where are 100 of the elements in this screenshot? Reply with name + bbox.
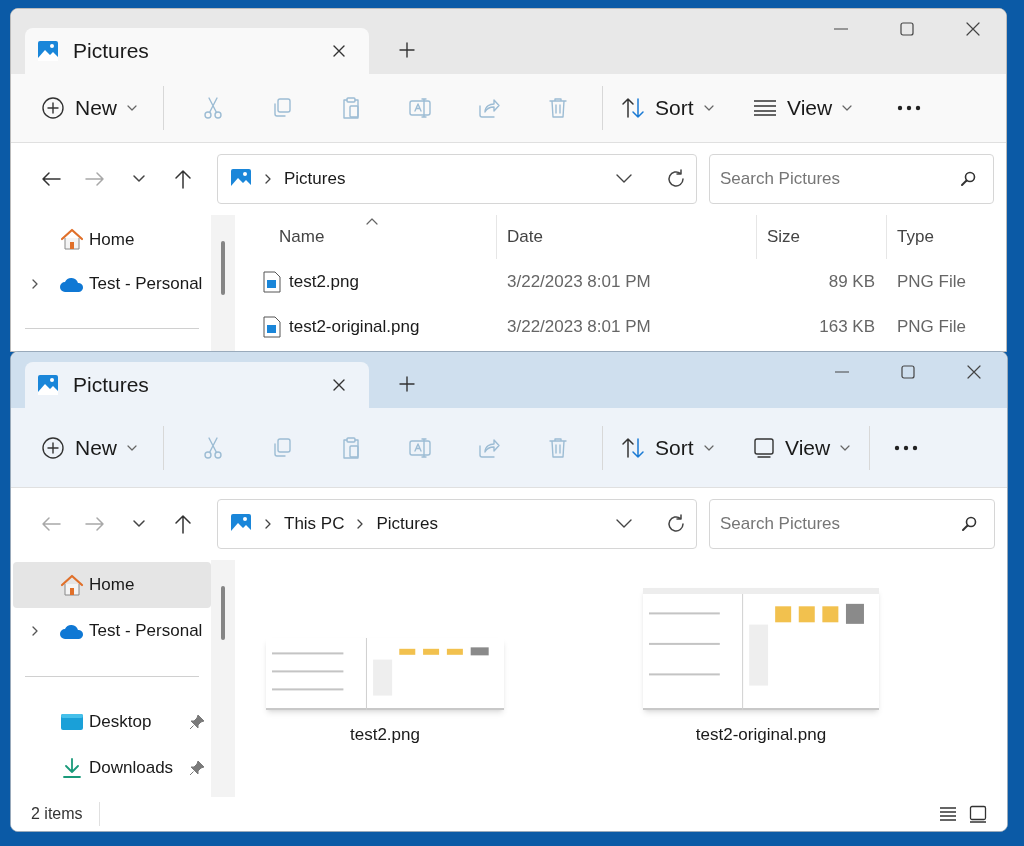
sidebar-label: Test - Personal xyxy=(89,273,204,295)
image-icon xyxy=(37,374,59,396)
trash-icon xyxy=(546,96,569,120)
chevron-right-icon xyxy=(264,518,272,530)
file-name: test2.png xyxy=(350,723,420,746)
maximize-icon xyxy=(900,22,914,36)
sidebar-item[interactable]: Home xyxy=(13,217,211,262)
tab[interactable]: Pictures xyxy=(25,362,369,408)
file-date: 3/22/2023 8:01 PM xyxy=(506,315,652,338)
cloud-icon xyxy=(59,622,85,640)
address-bar[interactable]: Pictures xyxy=(217,154,697,204)
file-type: PNG File xyxy=(896,315,967,338)
tile-view-icon xyxy=(969,805,987,823)
up-arrow-icon xyxy=(174,514,192,534)
column-header[interactable]: Date xyxy=(497,215,757,259)
tab-title: Pictures xyxy=(73,372,150,399)
home-icon xyxy=(60,228,84,251)
minimize-icon xyxy=(835,371,849,373)
minimize-icon xyxy=(834,28,848,30)
column-header[interactable]: Size xyxy=(757,215,887,259)
more-icon xyxy=(897,105,921,111)
scrollbar[interactable] xyxy=(211,560,235,797)
refresh-icon xyxy=(666,514,686,534)
search-icon xyxy=(960,171,976,187)
scrollbar[interactable] xyxy=(211,215,235,351)
refresh-icon xyxy=(666,169,686,189)
image-icon xyxy=(230,168,252,190)
maximize-icon xyxy=(901,365,915,379)
chevron-down-icon xyxy=(842,104,853,112)
desktop-icon xyxy=(60,712,84,732)
file-tile[interactable]: test2.png xyxy=(265,637,505,747)
close-icon xyxy=(332,378,346,392)
file-date: 3/22/2023 8:01 PM xyxy=(506,270,652,293)
sidebar-label: Desktop xyxy=(89,711,153,734)
chevron-down-icon xyxy=(840,443,851,452)
home-icon xyxy=(60,574,84,596)
scroll-thumb[interactable] xyxy=(221,241,225,295)
chevron-down-icon xyxy=(703,443,714,452)
file-name: test2.png xyxy=(289,270,359,293)
chevron-down-icon xyxy=(132,519,146,529)
sidebar-item[interactable]: Home xyxy=(13,562,211,608)
new-button[interactable]: New xyxy=(39,86,139,130)
expand-chevron-icon xyxy=(31,277,39,290)
share-icon xyxy=(476,436,501,459)
list-icon xyxy=(939,806,957,822)
chevron-down-icon xyxy=(616,174,632,184)
pin-icon xyxy=(189,714,205,730)
sidebar-label: Home xyxy=(89,228,136,251)
rename-icon xyxy=(407,436,432,459)
pin-icon xyxy=(189,760,205,776)
sidebar-label: Downloads xyxy=(89,757,175,780)
view-button[interactable]: View xyxy=(745,425,863,470)
sort-button[interactable]: Sort xyxy=(613,425,731,470)
tab[interactable]: Pictures xyxy=(25,28,369,74)
chevron-down-icon xyxy=(132,174,146,184)
sidebar-label: Home xyxy=(89,574,136,597)
image-file-icon xyxy=(263,270,281,293)
image-icon xyxy=(37,40,59,62)
close-icon xyxy=(967,365,981,379)
file-size: 89 KB xyxy=(827,270,876,293)
sidebar-item[interactable]: Test - Personal xyxy=(13,261,211,307)
file-name: test2-original.png xyxy=(695,723,827,746)
breadcrumb[interactable]: Pictures xyxy=(376,511,438,537)
item-count: 2 items xyxy=(31,802,100,826)
list-icon xyxy=(753,100,777,116)
view-button[interactable]: View xyxy=(745,86,863,130)
plus-circle-icon xyxy=(41,435,65,460)
chevron-down-icon xyxy=(127,104,137,112)
close-icon xyxy=(332,44,346,58)
image-file-icon xyxy=(263,315,281,338)
sidebar-item[interactable]: Downloads xyxy=(13,745,211,791)
forward-arrow-icon xyxy=(85,516,105,532)
column-header[interactable]: Name xyxy=(235,215,497,259)
breadcrumb[interactable]: Pictures xyxy=(284,166,346,192)
file-tile[interactable]: test2-original.png xyxy=(641,587,881,747)
search-field[interactable]: Search Pictures xyxy=(709,499,995,549)
sort-button[interactable]: Sort xyxy=(613,86,731,130)
chevron-down-icon xyxy=(703,104,714,112)
file-type: PNG File xyxy=(896,270,967,293)
file-row[interactable]: test2-original.png 3/22/2023 8:01 PM 163 KB PNG File xyxy=(235,304,1006,349)
plus-icon xyxy=(399,42,415,58)
search-field[interactable]: Search Pictures xyxy=(709,154,994,204)
sort-icon xyxy=(621,97,645,119)
more-icon xyxy=(894,444,918,451)
column-header[interactable]: Type xyxy=(887,215,1006,259)
address-bar[interactable]: This PC Pictures xyxy=(217,499,697,549)
forward-arrow-icon xyxy=(85,171,105,187)
sort-ascending-icon xyxy=(365,217,378,225)
chevron-down-icon xyxy=(127,443,137,452)
expand-chevron-icon xyxy=(31,625,39,637)
scroll-thumb[interactable] xyxy=(221,586,225,640)
trash-icon xyxy=(546,435,569,460)
breadcrumb[interactable]: This PC xyxy=(284,511,345,537)
file-row[interactable]: test2.png 3/22/2023 8:01 PM 89 KB PNG File xyxy=(235,259,1006,304)
file-name: test2-original.png xyxy=(289,315,420,338)
back-arrow-icon xyxy=(41,516,61,532)
chevron-right-icon xyxy=(356,518,365,530)
sidebar-item[interactable]: Test - Personal xyxy=(13,608,211,654)
new-button[interactable]: New xyxy=(39,425,139,470)
sidebar-item[interactable]: Desktop xyxy=(13,699,211,745)
